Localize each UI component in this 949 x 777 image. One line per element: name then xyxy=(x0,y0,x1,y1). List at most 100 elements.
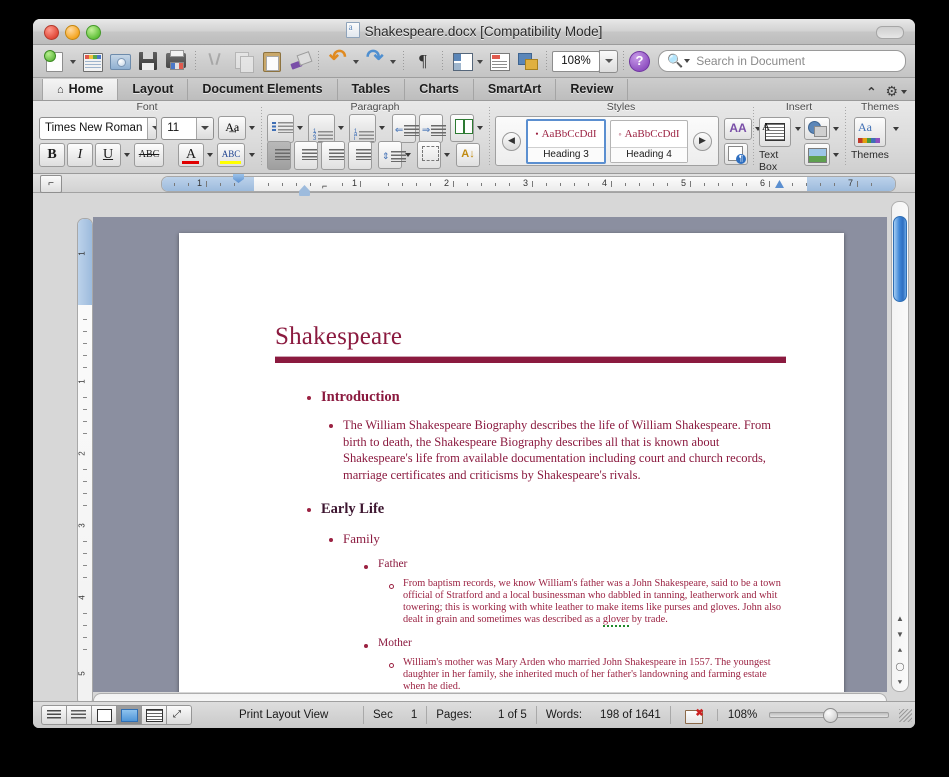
vertical-scrollbar-thumb[interactable] xyxy=(893,216,907,302)
font-color-caret[interactable] xyxy=(207,153,213,157)
tab-home[interactable]: ⌂Home xyxy=(42,79,118,100)
vertical-ruler[interactable]: 1 1 2 3 4 5 xyxy=(77,218,93,706)
underline-caret[interactable] xyxy=(124,153,130,157)
misspelled-word[interactable]: glover xyxy=(603,614,629,627)
list-item[interactable]: Introduction xyxy=(303,389,786,406)
font-size-caret[interactable] xyxy=(196,118,213,139)
search-box[interactable]: 🔍 Search in Document xyxy=(658,50,906,72)
font-color-button[interactable]: A xyxy=(178,143,204,167)
strikethrough-button[interactable]: ABC xyxy=(134,143,164,167)
styles-prev-button[interactable]: ◀ xyxy=(502,132,521,151)
document-page[interactable]: Shakespeare Introduction The William Sha… xyxy=(179,233,844,692)
justify-button[interactable] xyxy=(348,141,372,170)
font-family-combo[interactable]: Times New Roman xyxy=(39,117,157,140)
full-screen-view-button[interactable]: ⤢ xyxy=(166,705,192,725)
new-document-caret[interactable] xyxy=(69,48,78,74)
style-card-heading-3[interactable]: •AaBbCcDdI Heading 3 xyxy=(526,119,606,164)
underline-button[interactable]: U xyxy=(95,143,121,167)
font-family-caret[interactable] xyxy=(147,118,156,139)
picture-caret[interactable] xyxy=(833,153,839,157)
undo-button[interactable] xyxy=(325,48,351,74)
tab-smartart[interactable]: SmartArt xyxy=(474,79,557,100)
copy-button[interactable] xyxy=(230,48,256,74)
tab-document-elements[interactable]: Document Elements xyxy=(188,79,337,100)
paste-button[interactable] xyxy=(258,48,284,74)
right-indent-marker[interactable] xyxy=(775,180,784,188)
save-button[interactable] xyxy=(135,48,161,74)
themes-caret[interactable] xyxy=(893,127,899,131)
change-case-button[interactable]: A͢a xyxy=(218,116,246,140)
increase-indent-button[interactable]: ⇒ xyxy=(419,114,443,143)
columns-caret[interactable] xyxy=(477,126,483,130)
search-input[interactable]: Search in Document xyxy=(696,54,805,68)
undo-caret[interactable] xyxy=(352,48,361,74)
search-scope-caret[interactable] xyxy=(684,59,690,63)
numbering-button[interactable]: 123 xyxy=(308,114,335,143)
outline-view-button[interactable] xyxy=(66,705,91,725)
chevron-up-icon[interactable]: ⌃ xyxy=(866,85,876,99)
zoom-stepper[interactable] xyxy=(599,50,618,73)
list-item[interactable]: The William Shakespeare Biography descri… xyxy=(325,417,786,484)
scroll-down-button[interactable]: ▼ xyxy=(892,627,908,643)
themes-button[interactable]: Aa Themes xyxy=(851,117,889,161)
paragraph-styles-button[interactable]: ¶ xyxy=(724,143,748,165)
line-spacing-caret[interactable] xyxy=(405,153,411,157)
print-layout-view-button[interactable] xyxy=(116,705,141,725)
align-center-button[interactable] xyxy=(294,141,318,170)
open-button[interactable] xyxy=(107,48,133,74)
bullets-button[interactable] xyxy=(267,114,294,143)
horizontal-ruler[interactable]: 1 ⌐ 1 2 3 4 5 6 xyxy=(161,176,896,192)
align-left-button[interactable] xyxy=(267,141,291,170)
sidebar-pane-caret[interactable] xyxy=(476,48,485,74)
columns-button[interactable] xyxy=(450,114,474,142)
format-painter-button[interactable] xyxy=(286,48,312,74)
gear-icon[interactable]: ⚙ xyxy=(885,83,898,100)
show-formatting-button[interactable]: ¶ xyxy=(410,48,436,74)
help-button[interactable]: ? xyxy=(629,51,650,72)
spell-check-status-button[interactable] xyxy=(670,706,717,724)
picture-button[interactable] xyxy=(804,143,830,166)
text-box-button[interactable]: A Text Box xyxy=(759,117,791,173)
shapes-caret[interactable] xyxy=(833,127,839,131)
resize-grip[interactable] xyxy=(899,709,912,722)
vertical-scrollbar[interactable]: ▲ ▼ ⯅ ◯ ⯆ xyxy=(891,201,909,692)
next-page-button[interactable]: ⯆ xyxy=(892,675,908,691)
redo-button[interactable] xyxy=(362,48,388,74)
shapes-button[interactable] xyxy=(804,117,830,140)
tab-review[interactable]: Review xyxy=(556,79,628,100)
zoom-slider-group[interactable]: 108% xyxy=(717,709,899,721)
zoom-slider-knob[interactable] xyxy=(823,708,838,723)
borders-caret[interactable] xyxy=(444,153,450,157)
tab-charts[interactable]: Charts xyxy=(405,79,474,100)
italic-button[interactable]: I xyxy=(67,143,93,167)
numbering-caret[interactable] xyxy=(338,126,344,130)
tab-layout[interactable]: Layout xyxy=(118,79,188,100)
previous-page-button[interactable]: ⯅ xyxy=(892,643,908,659)
zoom-level-input[interactable]: 108% xyxy=(552,51,600,72)
gear-caret[interactable] xyxy=(901,90,907,94)
highlight-button[interactable]: ABC xyxy=(217,143,245,167)
document-canvas[interactable]: Shakespeare Introduction The William Sha… xyxy=(93,217,887,692)
left-indent-marker[interactable] xyxy=(299,191,310,196)
media-browser-button[interactable] xyxy=(514,48,540,74)
sidebar-pane-button[interactable] xyxy=(449,48,475,74)
list-item[interactable]: Father xyxy=(360,558,786,570)
borders-button[interactable] xyxy=(417,141,441,169)
list-item[interactable]: William's mother was Mary Arden who marr… xyxy=(385,657,786,692)
new-document-button[interactable] xyxy=(42,48,68,74)
font-size-combo[interactable]: 11 xyxy=(161,117,214,140)
decrease-indent-button[interactable]: ⇐ xyxy=(392,114,416,143)
page-content[interactable]: Shakespeare Introduction The William Sha… xyxy=(179,233,844,692)
notebook-layout-view-button[interactable] xyxy=(141,705,166,725)
print-button[interactable] xyxy=(163,48,189,74)
toolbar-toggle-button[interactable] xyxy=(876,26,904,39)
align-right-button[interactable] xyxy=(321,141,345,170)
styles-next-button[interactable]: ▶ xyxy=(693,132,712,151)
select-browse-object-button[interactable]: ◯ xyxy=(892,659,908,675)
list-item[interactable]: Family xyxy=(325,531,786,547)
scroll-up-button[interactable]: ▲ xyxy=(892,611,908,627)
redo-caret[interactable] xyxy=(389,48,398,74)
change-case-caret[interactable] xyxy=(249,126,255,130)
multilevel-list-caret[interactable] xyxy=(379,126,385,130)
list-item[interactable]: Early Life xyxy=(303,501,786,518)
